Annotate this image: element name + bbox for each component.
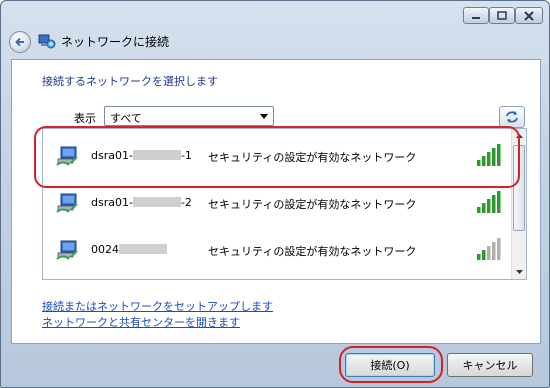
signal-strength-icon <box>477 191 501 213</box>
signal-bar <box>477 207 481 213</box>
content-panel: 接続するネットワークを選択します 表示 すべて dsra01- -1 セキュリテ… <box>11 59 541 344</box>
signal-bar <box>477 160 481 166</box>
signal-bar <box>482 156 486 166</box>
instruction-heading: 接続するネットワークを選択します <box>42 75 218 88</box>
dialog-window: ネットワークに接続 接続するネットワークを選択します 表示 すべて dsra01… <box>0 0 550 388</box>
network-row-3[interactable]: 0024 セキュリティの設定が有効なネットワーク <box>43 225 511 272</box>
network-name: 0024 <box>91 243 167 256</box>
network-name: dsra01- -1 <box>91 149 192 162</box>
signal-bar <box>487 246 491 260</box>
signal-bar <box>482 203 486 213</box>
signal-bar <box>492 148 496 166</box>
network-row-2[interactable]: dsra01- -2 セキュリティの設定が有効なネットワーク <box>43 178 511 225</box>
network-name: dsra01- -2 <box>91 196 192 209</box>
refresh-icon <box>506 111 518 123</box>
minimize-icon <box>472 16 480 19</box>
redacted-text <box>132 150 181 160</box>
window-title: ネットワークに接続 <box>61 35 170 49</box>
signal-bar <box>497 191 501 213</box>
setup-connection-link[interactable]: 接続またはネットワークをセットアップします <box>42 298 273 314</box>
wireless-network-icon <box>56 146 78 166</box>
signal-strength-icon <box>477 238 501 260</box>
signal-bar <box>492 195 496 213</box>
signal-bar <box>482 250 486 260</box>
redacted-text <box>132 197 181 207</box>
minimize-button[interactable] <box>463 7 489 24</box>
arrow-up-icon <box>516 134 523 138</box>
maximize-icon <box>497 11 507 20</box>
connect-button[interactable]: 接続(O) <box>345 353 435 377</box>
signal-bar <box>487 199 491 213</box>
refresh-button[interactable] <box>499 106 525 128</box>
network-row-1[interactable]: dsra01- -1 セキュリティの設定が有効なネットワーク <box>43 131 511 178</box>
wireless-network-icon <box>56 240 78 260</box>
wireless-network-icon <box>56 193 78 213</box>
signal-bar <box>492 242 496 260</box>
show-label: 表示 <box>74 112 96 125</box>
signal-bar <box>497 144 501 166</box>
back-arrow-icon <box>15 37 24 47</box>
signal-bar <box>497 238 501 260</box>
redacted-text <box>119 244 167 254</box>
filter-value: すべて <box>110 112 142 125</box>
network-filter-dropdown[interactable]: すべて <box>104 106 274 126</box>
scroll-down-button[interactable] <box>512 265 526 279</box>
close-icon <box>524 10 534 21</box>
scroll-thumb[interactable] <box>513 145 525 231</box>
arrow-down-icon <box>516 270 523 274</box>
list-scrollbar[interactable] <box>511 129 526 279</box>
cancel-button[interactable]: キャンセル <box>447 353 533 377</box>
network-list: dsra01- -1 セキュリティの設定が有効なネットワーク dsra01- -2 … <box>42 128 527 280</box>
close-button[interactable] <box>515 7 543 24</box>
signal-strength-icon <box>477 144 501 166</box>
sharing-center-link[interactable]: ネットワークと共有センターを開きます <box>42 314 240 330</box>
signal-bar <box>477 254 481 260</box>
title-bar: ネットワークに接続 <box>1 1 549 57</box>
security-status: セキュリティの設定が有効なネットワーク <box>208 151 417 164</box>
maximize-button[interactable] <box>489 7 515 24</box>
back-button[interactable] <box>9 31 31 53</box>
scroll-up-button[interactable] <box>512 129 526 143</box>
security-status: セキュリティの設定が有効なネットワーク <box>208 245 417 258</box>
signal-bar <box>487 152 491 166</box>
chevron-down-icon <box>257 109 271 123</box>
network-connect-icon <box>38 34 56 49</box>
security-status: セキュリティの設定が有効なネットワーク <box>208 198 417 211</box>
